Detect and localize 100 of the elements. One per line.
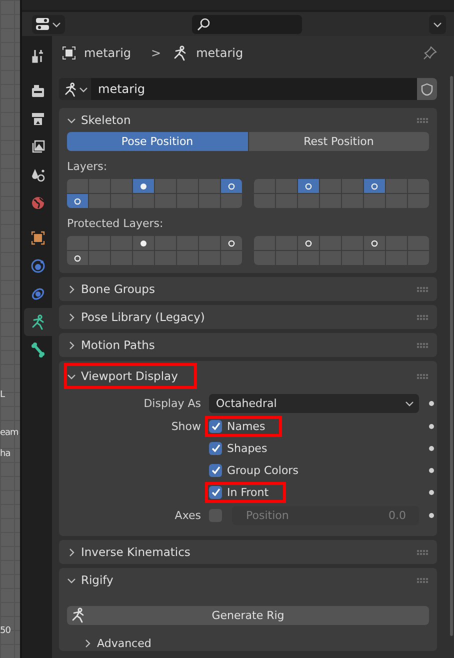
layer-toggle[interactable] — [221, 236, 242, 250]
checkmark-icon — [210, 421, 220, 431]
checkbox[interactable]: Names — [205, 416, 282, 436]
panel-header[interactable]: Pose Library (Legacy) — [64, 304, 224, 330]
checkbox[interactable]: Shapes — [205, 438, 284, 458]
layers-label: Layers: — [67, 159, 108, 175]
layer-toggle[interactable] — [155, 194, 176, 208]
panel-header[interactable]: Skeleton — [64, 107, 150, 133]
editor-type-button[interactable] — [32, 14, 65, 34]
ring-icon — [305, 182, 312, 190]
square-icon — [30, 230, 46, 246]
drag-handle-icon[interactable] — [417, 342, 429, 348]
layer-toggle[interactable] — [199, 194, 220, 208]
filled-dot-icon — [140, 182, 147, 190]
display-as-dropdown[interactable]: Octahedral — [209, 394, 419, 412]
chevron-icon — [67, 576, 76, 584]
scrollbar[interactable] — [450, 76, 453, 636]
layer-toggle[interactable] — [111, 194, 132, 208]
drag-handle-icon[interactable] — [417, 578, 429, 582]
image-stack-icon — [30, 139, 46, 155]
panel-header[interactable]: Motion Paths — [64, 332, 174, 358]
layer-toggle[interactable] — [408, 251, 429, 265]
options-dropdown[interactable] — [429, 14, 446, 34]
layer-toggle[interactable] — [67, 179, 88, 193]
keyframe-dot-icon[interactable] — [429, 513, 434, 518]
drag-handle-icon[interactable] — [417, 374, 429, 378]
layer-toggle[interactable] — [133, 179, 154, 193]
panel-header[interactable]: Bone Groups — [64, 276, 174, 302]
fake-user-button[interactable] — [417, 78, 437, 100]
layer-toggle[interactable] — [298, 179, 319, 193]
generate-rig-button[interactable]: Generate Rig — [67, 606, 429, 625]
checkbox[interactable]: In Front — [205, 482, 286, 502]
drag-handle-icon[interactable] — [417, 118, 429, 122]
layer-toggle[interactable] — [408, 179, 429, 193]
layer-toggle[interactable] — [320, 194, 341, 208]
position-tab[interactable]: Rest Position — [248, 132, 429, 151]
layer-toggle[interactable] — [221, 194, 242, 208]
drag-handle-icon[interactable] — [417, 314, 429, 320]
drag-handle-icon[interactable] — [417, 550, 429, 554]
layer-toggle[interactable] — [386, 194, 407, 208]
chevron-icon — [67, 548, 76, 556]
checkbox[interactable]: Group Colors — [205, 460, 316, 480]
datablock-type-button[interactable] — [59, 78, 91, 100]
keyframe-dot-icon[interactable] — [429, 424, 434, 428]
panel-header[interactable]: Viewport Display — [64, 363, 197, 389]
layer-toggle[interactable] — [133, 194, 154, 208]
viewport-text: 50 — [0, 626, 10, 636]
ring-icon — [305, 240, 312, 246]
checkmark-icon — [210, 443, 220, 453]
layer-toggle[interactable] — [67, 194, 88, 208]
ring-icon — [371, 182, 378, 190]
layer-toggle[interactable] — [364, 236, 385, 250]
layer-toggle[interactable] — [298, 236, 319, 250]
layer-toggle[interactable] — [276, 194, 297, 208]
chevron-icon — [83, 638, 92, 648]
layer-toggle[interactable] — [221, 251, 242, 265]
layer-toggle[interactable] — [342, 194, 363, 208]
layer-toggle[interactable] — [133, 236, 154, 250]
printer-icon — [30, 111, 46, 127]
viewport-text: eam — [0, 428, 18, 438]
chevron-icon — [67, 340, 76, 350]
layer-toggle[interactable] — [89, 194, 110, 208]
layer-toggle[interactable] — [320, 179, 341, 193]
pin-icon[interactable] — [423, 46, 437, 60]
layer-toggle[interactable] — [408, 236, 429, 250]
layer-toggle[interactable] — [199, 179, 220, 193]
layer-toggle[interactable] — [408, 194, 429, 208]
layer-toggle[interactable] — [67, 251, 88, 265]
panel-header[interactable]: Rigify — [64, 567, 132, 593]
layer-toggle[interactable] — [89, 179, 110, 193]
viewport-text: L — [0, 390, 5, 400]
layer-toggle[interactable] — [155, 179, 176, 193]
chevron-icon — [67, 116, 76, 124]
layer-toggle[interactable] — [342, 179, 363, 193]
ring-icon — [74, 198, 81, 204]
keyframe-dot-icon[interactable] — [429, 400, 434, 406]
properties-tab[interactable] — [24, 308, 52, 336]
layer-toggle[interactable] — [221, 179, 242, 193]
display-as-label: Display As — [142, 396, 202, 410]
position-tab[interactable]: Pose Position — [67, 132, 248, 151]
toggle-icon — [36, 18, 50, 30]
object-name: metarig — [84, 46, 132, 60]
subpanel-header[interactable]: Advanced — [80, 634, 154, 652]
drag-handle-icon[interactable] — [417, 286, 429, 292]
panel-header[interactable]: Inverse Kinematics — [64, 539, 210, 565]
layer-toggle[interactable] — [386, 179, 407, 193]
layer-toggle[interactable] — [364, 194, 385, 208]
search-field[interactable] — [192, 14, 302, 34]
layer-toggle[interactable] — [364, 179, 385, 193]
running-figure-icon — [30, 314, 46, 330]
figure-icon — [70, 607, 86, 623]
layer-toggle[interactable] — [254, 194, 275, 208]
keyframe-dot-icon[interactable] — [429, 446, 434, 450]
layer-toggle[interactable] — [298, 194, 319, 208]
ring-icon — [228, 240, 235, 246]
layer-toggle[interactable] — [254, 251, 275, 265]
layer-toggle[interactable] — [276, 179, 297, 193]
keyframe-dot-icon[interactable] — [429, 468, 434, 472]
keyframe-dot-icon[interactable] — [429, 490, 434, 494]
layer-toggle[interactable] — [111, 179, 132, 193]
